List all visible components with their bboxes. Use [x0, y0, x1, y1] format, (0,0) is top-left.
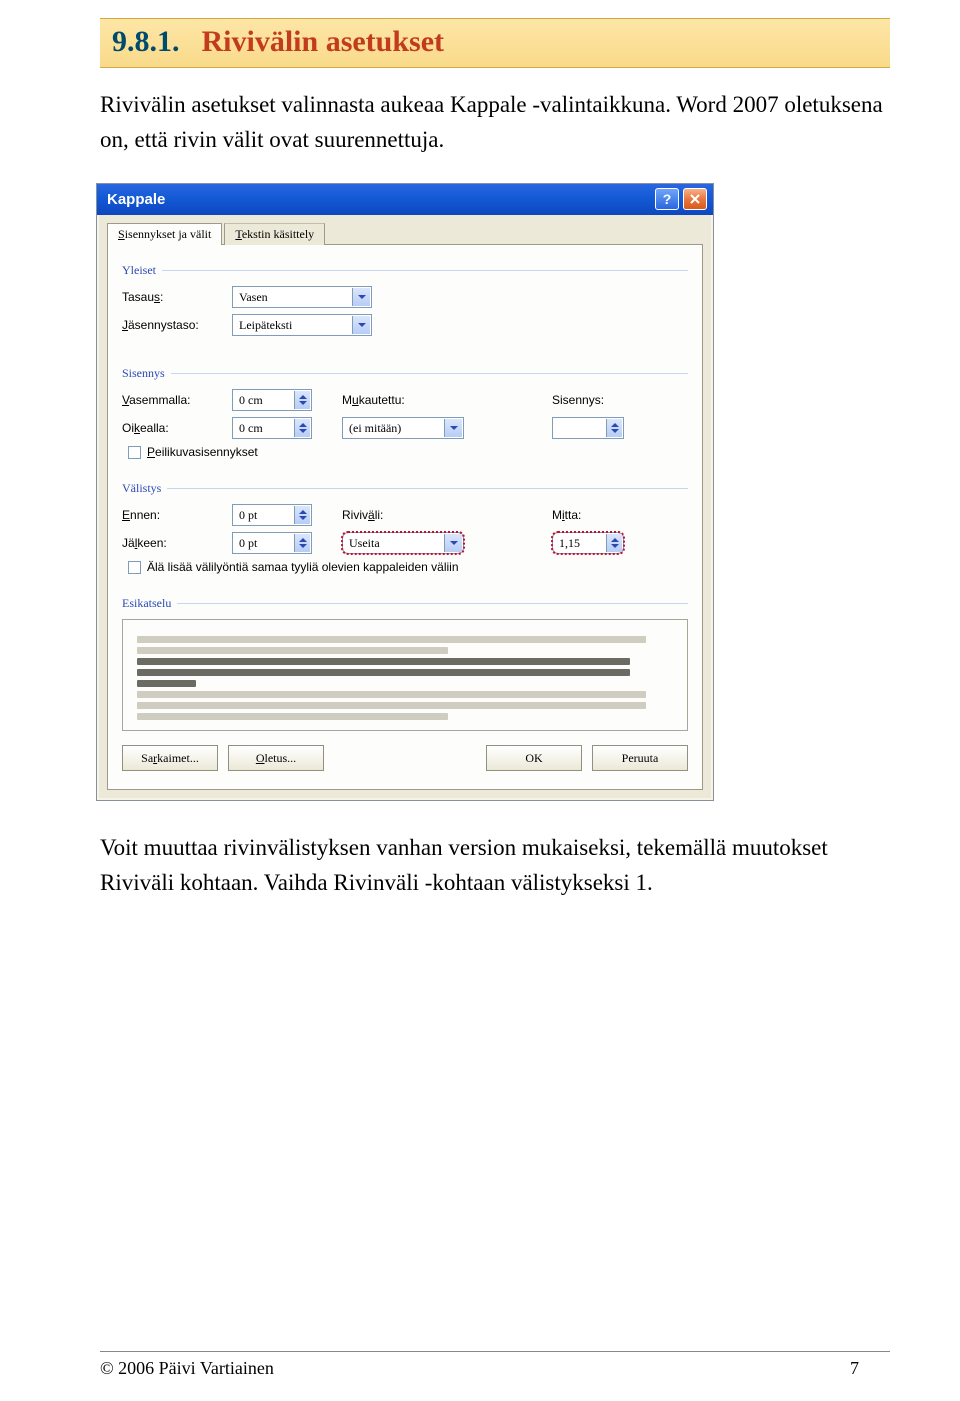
help-button[interactable]: ? [655, 188, 679, 210]
checkbox-peilikuva[interactable] [128, 446, 141, 459]
group-preview: Esikatselu [122, 596, 688, 611]
label-ala-lisaa: Älä lisää välilyöntiä samaa tyyliä olevi… [147, 560, 459, 574]
section-title: Rivivälin asetukset [202, 25, 445, 58]
combo-jasennys[interactable]: Leipäteksti [232, 314, 372, 336]
group-general: Yleiset [122, 263, 688, 278]
dialog-titlebar[interactable]: Kappale ? [97, 184, 713, 215]
section-heading: 9.8.1. Rivivälin asetukset [100, 18, 890, 68]
spinner-sisennys[interactable] [552, 417, 624, 439]
close-icon [690, 194, 700, 204]
tab-indents-spacing[interactable]: Sisennykset ja välit [107, 223, 222, 245]
section-number: 9.8.1. [112, 25, 180, 58]
spinner-oikealla[interactable]: 0 cm [232, 417, 312, 439]
combo-rivivali[interactable]: Useita [342, 532, 464, 554]
group-spacing: Välistys [122, 481, 688, 496]
tab-panel: Yleiset Tasaus: Vasen Jäsennystaso: Leip… [107, 244, 703, 790]
checkbox-ala-lisaa[interactable] [128, 561, 141, 574]
footer-page-number: 7 [850, 1358, 890, 1379]
group-indent: Sisennys [122, 366, 688, 381]
chevron-down-icon [444, 419, 462, 437]
chevron-down-icon [352, 288, 370, 306]
label-mitta: Mitta: [552, 508, 682, 522]
tab-text-flow[interactable]: Tekstin käsittely [224, 223, 325, 245]
button-oletus[interactable]: Oletus... [228, 745, 324, 771]
dialog-title: Kappale [107, 191, 165, 208]
spinner-vasemmalla[interactable]: 0 cm [232, 389, 312, 411]
button-peruuta[interactable]: Peruuta [592, 745, 688, 771]
label-peilikuva: Peilikuvasisennykset [147, 445, 258, 459]
label-oikealla: Oikealla: [122, 421, 222, 435]
chevron-down-icon [352, 316, 370, 334]
label-jalkeen: Jälkeen: [122, 536, 222, 550]
label-ennen: Ennen: [122, 508, 222, 522]
paragraph-dialog: Kappale ? Sisennykset ja välit Tekstin k… [96, 183, 714, 801]
spinner-jalkeen[interactable]: 0 pt [232, 532, 312, 554]
close-button[interactable] [683, 188, 707, 210]
button-sarkaimet[interactable]: Sarkaimet... [122, 745, 218, 771]
spinner-ennen[interactable]: 0 pt [232, 504, 312, 526]
button-ok[interactable]: OK [486, 745, 582, 771]
outro-paragraph: Voit muuttaa rivinvälistyksen vanhan ver… [100, 831, 890, 900]
footer-copyright: © 2006 Päivi Vartiainen [100, 1358, 650, 1379]
label-mukautettu: Mukautettu: [342, 393, 552, 407]
combo-tasaus[interactable]: Vasen [232, 286, 372, 308]
combo-mukautettu[interactable]: (ei mitään) [342, 417, 464, 439]
label-sisennys: Sisennys: [552, 393, 682, 407]
page-footer: © 2006 Päivi Vartiainen 7 [100, 1351, 890, 1379]
spinner-mitta[interactable]: 1,15 [552, 532, 624, 554]
preview-box [122, 619, 688, 731]
intro-paragraph: Rivivälin asetukset valinnasta aukeaa Ka… [100, 88, 890, 157]
label-rivivali: Riviväli: [342, 508, 552, 522]
chevron-down-icon [444, 534, 462, 552]
label-tasaus: Tasaus: [122, 290, 222, 304]
label-jasennys: Jäsennystaso: [122, 318, 222, 332]
label-vasemmalla: Vasemmalla: [122, 393, 222, 407]
